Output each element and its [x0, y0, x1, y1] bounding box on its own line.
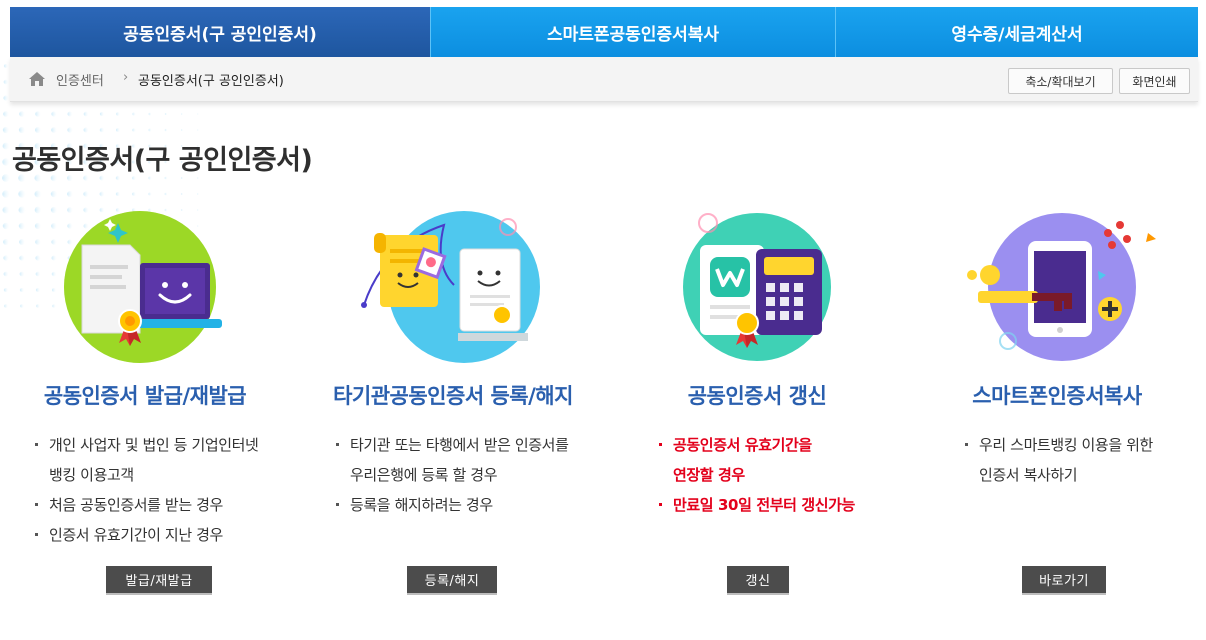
background-dot	[51, 111, 57, 117]
list-item: 등록을 해지하려는 경우	[336, 490, 568, 520]
home-icon[interactable]	[28, 71, 46, 87]
list-item: 공동인증서 유효기간을 연장할 경우	[659, 430, 855, 490]
card-smartphone-bullet-list: 우리 스마트뱅킹 이용을 위한 인증서 복사하기	[965, 430, 1153, 490]
card-title-renewal: 공동인증서 갱신	[687, 384, 827, 408]
background-dot	[3, 95, 9, 101]
background-dot	[35, 111, 41, 117]
background-dot	[34, 190, 42, 198]
background-dot	[164, 192, 168, 196]
print-button[interactable]: 화면인쇄	[1119, 68, 1190, 94]
card-title-smartphone: 스마트폰인증서복사	[972, 384, 1142, 408]
list-item: 인증서 유효기간이 지난 경우	[35, 520, 258, 550]
issue-reissue-button[interactable]: 발급/재발급	[106, 566, 212, 595]
background-dot	[132, 192, 136, 196]
list-item: 만료일 30일 전부터 갱신가능	[659, 490, 855, 520]
background-dot	[19, 111, 25, 117]
card-renewal-bullet-list: 공동인증서 유효기간을 연장할 경우 만료일 30일 전부터 갱신가능	[659, 430, 855, 520]
background-dot	[2, 190, 10, 198]
background-dot	[148, 112, 152, 116]
list-item: 개인 사업자 및 법인 등 기업인터넷 뱅킹 이용고객	[35, 430, 259, 490]
background-dot	[2, 174, 10, 182]
background-dot	[67, 111, 73, 117]
card-register-cancel: 타기관공동인증서 등록/해지 타기관 또는 타행에서 받은 인증서를 우리은행에 …	[308, 205, 598, 625]
background-dot	[180, 192, 184, 196]
certificate-calculator-icon	[683, 213, 831, 361]
background-dot	[34, 126, 42, 134]
background-dot	[181, 113, 183, 115]
top-tab-bar: 공동인증서(구 공인인증서) 스마트폰공동인증서복사 영수증/세금계산서	[10, 7, 1198, 57]
background-dot	[180, 128, 184, 132]
page: 공동인증서(구 공인인증서) 스마트폰공동인증서복사 영수증/세금계산서 인증센…	[0, 0, 1206, 640]
zoom-button[interactable]: 축소/확대보기	[1008, 68, 1113, 94]
background-dot	[197, 193, 199, 195]
breadcrumb-separator-icon: ›	[123, 70, 129, 85]
background-dot	[148, 128, 152, 132]
background-dot	[197, 177, 199, 179]
background-dot	[115, 127, 121, 133]
tab-smartphone-certificate-copy[interactable]: 스마트폰공동인증서복사	[430, 7, 835, 57]
tab-receipt-tax-invoice[interactable]: 영수증/세금계산서	[835, 7, 1198, 57]
background-dot	[2, 142, 10, 150]
background-dot	[18, 190, 26, 198]
card-register-bullet-list: 타기관 또는 타행에서 받은 인증서를 우리은행에 등록 할 경우 등록을 해지하…	[336, 430, 569, 520]
tab-joint-certificate[interactable]: 공동인증서(구 공인인증서)	[10, 7, 430, 57]
card-issue-bullet-list: 개인 사업자 및 법인 등 기업인터넷 뱅킹 이용고객 처음 공동인증서를 받는 …	[35, 430, 259, 550]
smartphone-key-icon	[967, 213, 1156, 361]
background-dot	[132, 128, 136, 132]
background-dot	[115, 191, 121, 197]
card-issue-reissue: 공동인증서 발급/재발급 개인 사업자 및 법인 등 기업인터넷 뱅킹 이용고객 …	[0, 205, 290, 625]
list-item: 처음 공동인증서를 받는 경우	[35, 490, 258, 520]
renewal-button[interactable]: 갱신	[727, 566, 789, 595]
background-dot	[67, 191, 73, 197]
background-dot	[3, 111, 9, 117]
background-dot	[99, 111, 105, 117]
background-dot	[83, 111, 89, 117]
card-title-register: 타기관공동인증서 등록/해지	[333, 384, 573, 408]
card-renewal: 공동인증서 갱신 공동인증서 유효기간을 연장할 경우 만료일 30일 전부터 갱…	[612, 205, 902, 625]
background-dot	[148, 192, 152, 196]
background-dot	[197, 129, 199, 131]
background-dot	[164, 176, 168, 180]
background-dot	[83, 191, 89, 197]
page-title: 공동인증서(구 공인인증서)	[12, 145, 313, 176]
card-title-issue: 공동인증서 발급/재발급	[43, 384, 247, 408]
background-dot	[116, 112, 120, 116]
background-dot	[99, 127, 105, 133]
background-dot	[3, 79, 9, 85]
background-dot	[50, 190, 58, 198]
background-dot	[2, 158, 10, 166]
certificate-scroll-icon	[361, 211, 540, 363]
background-dot	[132, 112, 136, 116]
background-dot	[180, 176, 184, 180]
background-dot	[18, 126, 26, 134]
breadcrumb-item-current: 공동인증서(구 공인인증서)	[138, 74, 284, 89]
breadcrumb: 인증센터 › 공동인증서(구 공인인증서) 축소/확대보기 화면인쇄	[10, 57, 1198, 102]
breadcrumb-item-certificate-center[interactable]: 인증센터	[56, 70, 104, 89]
background-dot	[3, 63, 9, 69]
background-dot	[164, 128, 168, 132]
certificate-laptop-icon	[64, 211, 222, 363]
go-button[interactable]: 바로가기	[1022, 566, 1106, 595]
background-dot	[164, 112, 168, 116]
list-item: 타기관 또는 타행에서 받은 인증서를 우리은행에 등록 할 경우	[336, 430, 569, 490]
register-cancel-button[interactable]: 등록/해지	[407, 566, 497, 595]
background-dot	[2, 126, 10, 134]
card-smartphone-copy: 스마트폰인증서복사 우리 스마트뱅킹 이용을 위한 인증서 복사하기 바로가기	[912, 205, 1202, 625]
background-dot	[197, 113, 199, 115]
list-item: 우리 스마트뱅킹 이용을 위한 인증서 복사하기	[965, 430, 1153, 490]
background-dot	[51, 127, 57, 133]
background-dot	[67, 127, 73, 133]
background-dot	[83, 127, 89, 133]
background-dot	[99, 191, 105, 197]
